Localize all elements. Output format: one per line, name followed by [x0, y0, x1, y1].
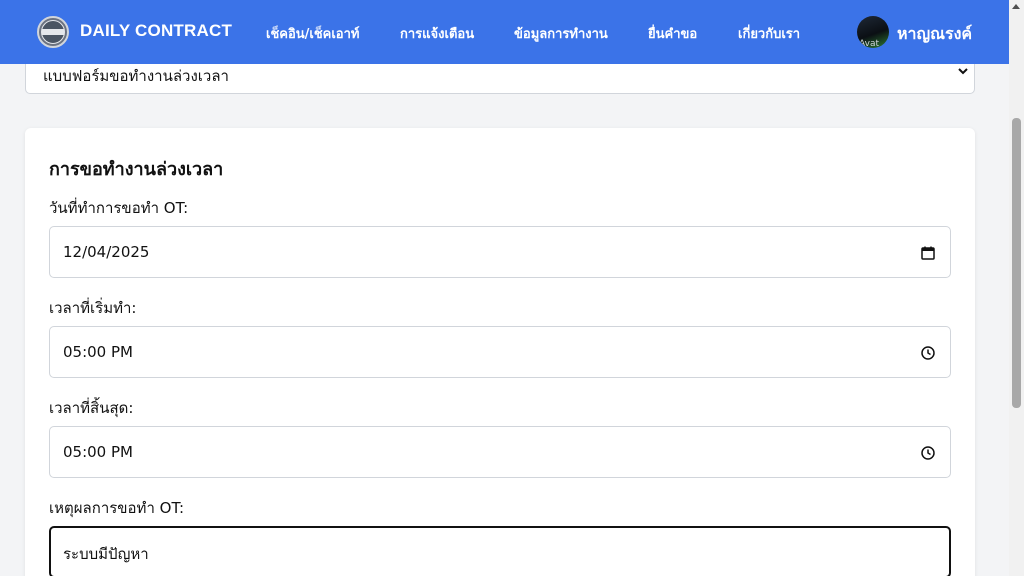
avatar[interactable]: Avat: [857, 16, 889, 48]
scrollbar-thumb[interactable]: [1012, 118, 1021, 408]
scroll-up-arrow-icon[interactable]: [1012, 4, 1020, 9]
ot-start-time-value: 05:00 PM: [63, 343, 133, 361]
ot-end-time-value: 05:00 PM: [63, 443, 133, 461]
avatar-alt-text: Avat: [859, 39, 879, 48]
nav-item-about[interactable]: เกี่ยวกับเรา: [738, 23, 800, 44]
ot-date-label: วันที่ทำการขอทำ OT:: [49, 199, 189, 217]
form-type-selected-value: แบบฟอร์มขอทำงานล่วงเวลา: [43, 67, 229, 85]
clock-icon[interactable]: [920, 445, 936, 461]
ot-reason-input[interactable]: ระบบมีปัญหา: [49, 526, 951, 576]
contract-logo-icon[interactable]: [37, 16, 69, 48]
top-navbar: DAILY CONTRACT เช็คอิน/เช็คเอาท์ การแจ้ง…: [0, 0, 1009, 64]
ot-form-title: การขอทำงานล่วงเวลา: [49, 159, 224, 180]
chevron-down-icon: [958, 68, 968, 75]
ot-request-card: การขอทำงานล่วงเวลา วันที่ทำการขอทำ OT: 1…: [25, 128, 975, 576]
nav-item-work-info[interactable]: ข้อมูลการทำงาน: [514, 23, 608, 44]
ot-date-value: 12/04/2025: [63, 243, 150, 261]
ot-end-label: เวลาที่สิ้นสุด:: [49, 399, 134, 417]
ot-reason-label: เหตุผลการขอทำ OT:: [49, 499, 185, 517]
ot-reason-value: ระบบมีปัญหา: [63, 545, 149, 563]
nav-item-requests[interactable]: ยื่นคำขอ: [648, 23, 697, 44]
clock-icon[interactable]: [920, 345, 936, 361]
nav-item-checkin[interactable]: เช็คอิน/เช็คเอาท์: [266, 23, 360, 44]
username[interactable]: หาญณรงค์: [897, 22, 972, 47]
ot-end-time-input[interactable]: 05:00 PM: [49, 426, 951, 478]
page-scrollbar[interactable]: [1009, 0, 1024, 576]
ot-start-label: เวลาที่เริ่มทำ:: [49, 299, 137, 317]
nav-item-notifications[interactable]: การแจ้งเตือน: [400, 23, 474, 44]
brand-title[interactable]: DAILY CONTRACT: [80, 21, 232, 41]
calendar-icon[interactable]: [920, 245, 936, 261]
ot-date-input[interactable]: 12/04/2025: [49, 226, 951, 278]
ot-start-time-input[interactable]: 05:00 PM: [49, 326, 951, 378]
